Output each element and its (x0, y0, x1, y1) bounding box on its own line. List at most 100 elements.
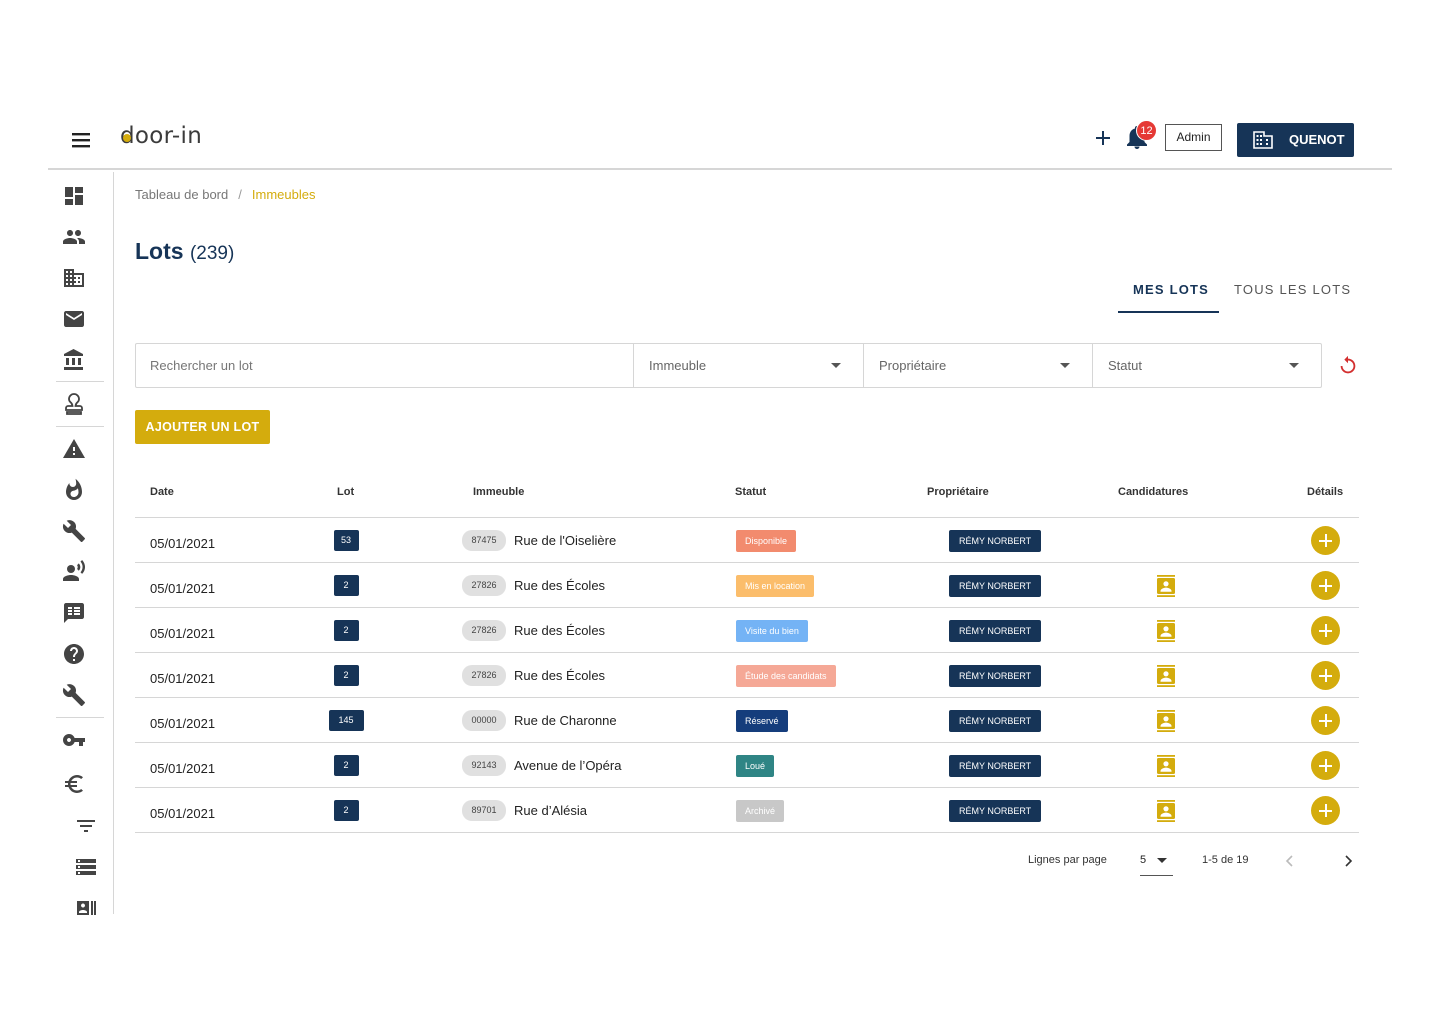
column-header-date[interactable]: Date (150, 486, 174, 498)
company-button[interactable]: QUENOT (1237, 123, 1354, 157)
bank-icon[interactable] (62, 348, 86, 372)
owner-chip[interactable]: RÉMY NORBERT (949, 575, 1042, 597)
owner-select-label: Propriétaire (879, 358, 947, 373)
lot-chip[interactable]: 53 (333, 530, 359, 551)
lot-chip[interactable]: 2 (333, 755, 359, 776)
cell-date: 05/01/2021 (150, 536, 216, 551)
details-add-button[interactable] (1311, 661, 1340, 690)
building-name[interactable]: Rue de l'Oiselière (514, 533, 616, 548)
lot-chip[interactable]: 2 (333, 620, 359, 641)
contact-card-icon[interactable] (1156, 710, 1176, 732)
details-add-button[interactable] (1311, 796, 1340, 825)
owner-chip[interactable]: RÉMY NORBERT (949, 530, 1042, 552)
status-select-label: Statut (1108, 358, 1142, 373)
details-add-button[interactable] (1311, 571, 1340, 600)
euro-icon[interactable] (62, 772, 86, 796)
owner-chip[interactable]: RÉMY NORBERT (949, 620, 1042, 642)
column-header-owner[interactable]: Propriétaire (927, 486, 989, 498)
lot-chip[interactable]: 2 (333, 575, 359, 596)
lot-chip[interactable]: 2 (333, 800, 359, 821)
column-header-applications[interactable]: Candidatures (1118, 486, 1188, 498)
column-header-status[interactable]: Statut (735, 486, 766, 498)
details-add-button[interactable] (1311, 526, 1340, 555)
logo-text: door-in (120, 123, 203, 149)
warning-icon[interactable] (62, 437, 86, 461)
stamp-icon[interactable] (62, 393, 86, 417)
add-icon[interactable] (1092, 127, 1114, 149)
status-select[interactable]: Statut (1092, 344, 1321, 387)
table-row[interactable]: 05/01/2021 2 92143 Avenue de l’Opéra Loué RÉM… (135, 743, 1359, 788)
details-add-button[interactable] (1311, 616, 1340, 645)
owner-chip[interactable]: RÉMY NORBERT (949, 710, 1042, 732)
sidebar-divider (56, 717, 104, 718)
fire-icon[interactable] (62, 478, 86, 502)
logo-dot-icon (123, 134, 131, 142)
menu-icon[interactable] (68, 130, 96, 150)
rows-per-page-select[interactable]: 5 (1140, 852, 1173, 876)
table-row[interactable]: 05/01/2021 2 27826 Rue des Écoles Étude des … (135, 653, 1359, 698)
lot-chip[interactable]: 145 (328, 710, 364, 731)
wrench-icon[interactable] (62, 519, 86, 543)
table-row[interactable]: 05/01/2021 2 27826 Rue des Écoles Mis en loc… (135, 563, 1359, 608)
owner-chip[interactable]: RÉMY NORBERT (949, 755, 1042, 777)
building-name[interactable]: Rue des Écoles (514, 578, 605, 593)
building-name[interactable]: Rue des Écoles (514, 668, 605, 683)
table-row[interactable]: 05/01/2021 2 27826 Rue des Écoles Visite du … (135, 608, 1359, 653)
contact-card-icon[interactable] (1156, 800, 1176, 822)
filter-icon[interactable] (74, 814, 98, 838)
breadcrumb-root[interactable]: Tableau de bord (135, 187, 228, 202)
building-code-chip: 27826 (462, 665, 506, 686)
owner-chip[interactable]: RÉMY NORBERT (949, 800, 1042, 822)
build-icon[interactable] (62, 683, 86, 707)
add-lot-button[interactable]: AJOUTER UN LOT (135, 410, 270, 444)
building-icon[interactable] (62, 266, 86, 290)
page-title-text: Lots (135, 238, 184, 264)
building-name[interactable]: Rue des Écoles (514, 623, 605, 638)
breadcrumb-current[interactable]: Immeubles (252, 187, 316, 202)
owner-select[interactable]: Propriétaire (863, 344, 1092, 387)
building-name[interactable]: Avenue de l’Opéra (514, 758, 621, 773)
page-title-count: (239) (189, 243, 235, 264)
filter-bar: Immeuble Propriétaire Statut (135, 343, 1322, 388)
contact-card-icon[interactable] (1156, 665, 1176, 687)
building-name[interactable]: Rue d’Alésia (514, 803, 587, 818)
tab-mes-lots[interactable]: MES LOTS (1133, 282, 1209, 297)
badge-icon[interactable] (74, 896, 98, 920)
mail-icon[interactable] (62, 307, 86, 331)
lot-chip[interactable]: 2 (333, 665, 359, 686)
details-add-button[interactable] (1311, 706, 1340, 735)
column-header-lot[interactable]: Lot (337, 486, 354, 498)
cell-date: 05/01/2021 (150, 671, 216, 686)
column-header-details[interactable]: Détails (1307, 486, 1343, 498)
contact-card-icon[interactable] (1156, 575, 1176, 597)
status-badge: Mis en location (736, 575, 815, 597)
next-page-icon[interactable] (1341, 854, 1355, 868)
building-name[interactable]: Rue de Charonne (514, 713, 617, 728)
search-input[interactable] (136, 344, 633, 387)
contact-card-icon[interactable] (1156, 755, 1176, 777)
table-row[interactable]: 05/01/2021 53 87475 Rue de l'Oiselière Dispo… (135, 518, 1359, 563)
dashboard-icon[interactable] (62, 184, 86, 208)
contact-card-icon[interactable] (1156, 620, 1176, 642)
people-icon[interactable] (62, 225, 86, 249)
help-icon[interactable] (62, 642, 86, 666)
list-icon[interactable] (74, 855, 98, 879)
speaker-icon[interactable] (62, 560, 86, 584)
details-add-button[interactable] (1311, 751, 1340, 780)
building-code-chip: 87475 (462, 530, 506, 551)
admin-button[interactable]: Admin (1165, 124, 1222, 151)
previous-page-icon[interactable] (1283, 854, 1297, 868)
key-icon[interactable] (62, 728, 86, 752)
table-row[interactable]: 05/01/2021 145 00000 Rue de Charonne Réservé… (135, 698, 1359, 743)
building-select[interactable]: Immeuble (633, 344, 863, 387)
column-header-building[interactable]: Immeuble (473, 486, 524, 498)
building-code-chip: 89701 (462, 800, 506, 821)
building-code-chip: 27826 (462, 575, 506, 596)
tab-tous-les-lots[interactable]: TOUS LES LOTS (1234, 282, 1351, 297)
table-row[interactable]: 05/01/2021 2 89701 Rue d’Alésia Archivé RÉMY … (135, 788, 1359, 833)
company-label: QUENOT (1289, 132, 1345, 147)
owner-chip[interactable]: RÉMY NORBERT (949, 665, 1042, 687)
app-logo[interactable]: door-in (120, 123, 202, 149)
feed-icon[interactable] (62, 601, 86, 625)
refresh-icon[interactable] (1337, 355, 1359, 377)
